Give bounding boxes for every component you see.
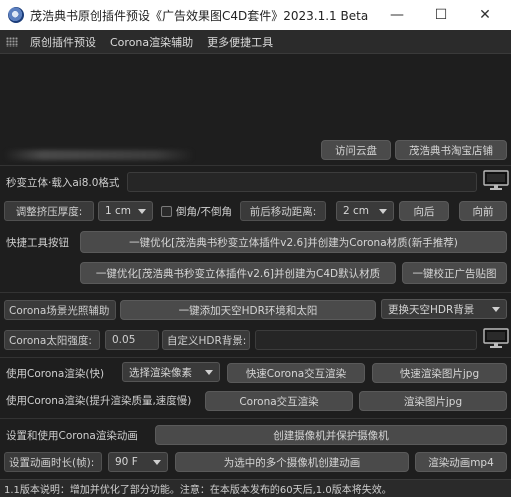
corona-animation-label: 设置和使用Corona渲染动画 xyxy=(6,429,138,442)
extrude-thickness-value: 1 cm xyxy=(105,205,132,217)
chevron-down-icon xyxy=(492,307,500,312)
move-distance-value: 2 cm xyxy=(343,205,370,217)
menu-corona-render-helper[interactable]: Corona渲染辅助 xyxy=(110,34,193,50)
move-distance-label: 前后移动距离: xyxy=(240,201,326,221)
chevron-down-icon xyxy=(138,209,146,214)
blurred-text xyxy=(4,150,194,160)
visit-cloud-button[interactable]: 访问云盘 xyxy=(321,140,391,160)
divider xyxy=(0,165,511,166)
sun-intensity-label: Corona太阳强度: xyxy=(4,330,100,350)
optimize-c4d-material-button[interactable]: 一键优化[茂浩典书秒变立体插件v2.6]并创建为C4D默认材质 xyxy=(80,262,396,284)
divider xyxy=(0,418,511,419)
bevel-label: 倒角/不倒角 xyxy=(176,205,233,218)
create-camera-button[interactable]: 创建摄像机并保护摄像机 xyxy=(155,425,507,445)
corona-lighting-label: Corona场景光照辅助 xyxy=(4,300,116,320)
import-ai-label: 秒变立体·载入ai8.0格式 xyxy=(6,176,120,189)
replace-hdr-select[interactable]: 更换天空HDR背景 xyxy=(381,299,507,319)
render-pixel-value: 选择渲染像素 xyxy=(129,366,192,379)
minimize-button[interactable]: — xyxy=(375,0,419,30)
chevron-down-icon xyxy=(153,460,161,465)
add-sky-hdr-button[interactable]: 一键添加天空HDR环境和太阳 xyxy=(120,300,376,320)
taobao-shop-button[interactable]: 茂浩典书淘宝店铺 xyxy=(395,140,507,160)
title-bar: 茂浩典书原创插件预设《广告效果图C4D套件》2023.1.1 Beta — ☐ … xyxy=(0,0,511,30)
menu-original-presets[interactable]: 原创插件预设 xyxy=(30,34,96,50)
multi-camera-animation-button[interactable]: 为选中的多个摄像机创建动画 xyxy=(175,452,409,472)
corona-fast-render-label: 使用Corona渲染(快) xyxy=(6,367,105,380)
monitor-icon[interactable] xyxy=(483,170,509,192)
maximize-button[interactable]: ☐ xyxy=(419,0,463,30)
extrude-thickness-label: 调整挤压厚度: xyxy=(4,201,94,221)
ai-file-path-input[interactable] xyxy=(127,172,477,192)
animation-duration-value: 90 F xyxy=(115,456,138,468)
cinema4d-logo-icon xyxy=(8,7,24,23)
monitor-icon[interactable] xyxy=(483,328,509,350)
corona-hq-render-label: 使用Corona渲染(提升渲染质量,速度慢) xyxy=(6,394,192,407)
grip-icon[interactable] xyxy=(6,36,18,47)
move-distance-select[interactable]: 2 cm xyxy=(336,201,394,221)
render-animation-mp4-button[interactable]: 渲染动画mp4 xyxy=(415,452,507,472)
animation-duration-label: 设置动画时长(帧): xyxy=(4,452,102,472)
bevel-checkbox[interactable] xyxy=(161,206,172,217)
divider xyxy=(0,357,511,358)
menu-more-tools[interactable]: 更多便捷工具 xyxy=(207,34,273,50)
extrude-thickness-select[interactable]: 1 cm xyxy=(98,201,153,221)
interactive-render-button[interactable]: Corona交互渲染 xyxy=(205,391,353,411)
fast-interactive-render-button[interactable]: 快速Corona交互渲染 xyxy=(227,363,365,383)
correct-ad-texture-button[interactable]: 一键校正广告贴图 xyxy=(402,262,507,284)
menu-bar: 原创插件预设 Corona渲染辅助 更多便捷工具 xyxy=(0,30,511,54)
quick-tools-label: 快捷工具按钮 xyxy=(6,236,69,249)
sun-intensity-input[interactable]: 0.05 xyxy=(105,330,159,350)
close-button[interactable]: ✕ xyxy=(463,0,507,30)
render-pixel-select[interactable]: 选择渲染像素 xyxy=(122,362,220,382)
chevron-down-icon xyxy=(205,370,213,375)
optimize-corona-material-button[interactable]: 一键优化[茂浩典书秒变立体插件v2.6]并创建为Corona材质(新手推荐) xyxy=(80,231,507,253)
fast-render-image-button[interactable]: 快速渲染图片jpg xyxy=(372,363,507,383)
move-front-button[interactable]: 向前 xyxy=(459,201,507,221)
window-title: 茂浩典书原创插件预设《广告效果图C4D套件》2023.1.1 Beta xyxy=(30,8,369,23)
custom-hdr-label: 自定义HDR背景: xyxy=(162,330,250,350)
divider xyxy=(0,292,511,293)
replace-hdr-value: 更换天空HDR背景 xyxy=(388,303,475,316)
animation-duration-select[interactable]: 90 F xyxy=(108,452,168,472)
custom-hdr-path-input[interactable] xyxy=(255,330,477,350)
render-image-button[interactable]: 渲染图片jpg xyxy=(359,391,507,411)
chevron-down-icon xyxy=(379,209,387,214)
move-back-button[interactable]: 向后 xyxy=(399,201,449,221)
status-bar: 1.1版本说明：增加并优化了部分功能。注意：在本版本发布的60天后,1.0版本将… xyxy=(0,479,511,497)
